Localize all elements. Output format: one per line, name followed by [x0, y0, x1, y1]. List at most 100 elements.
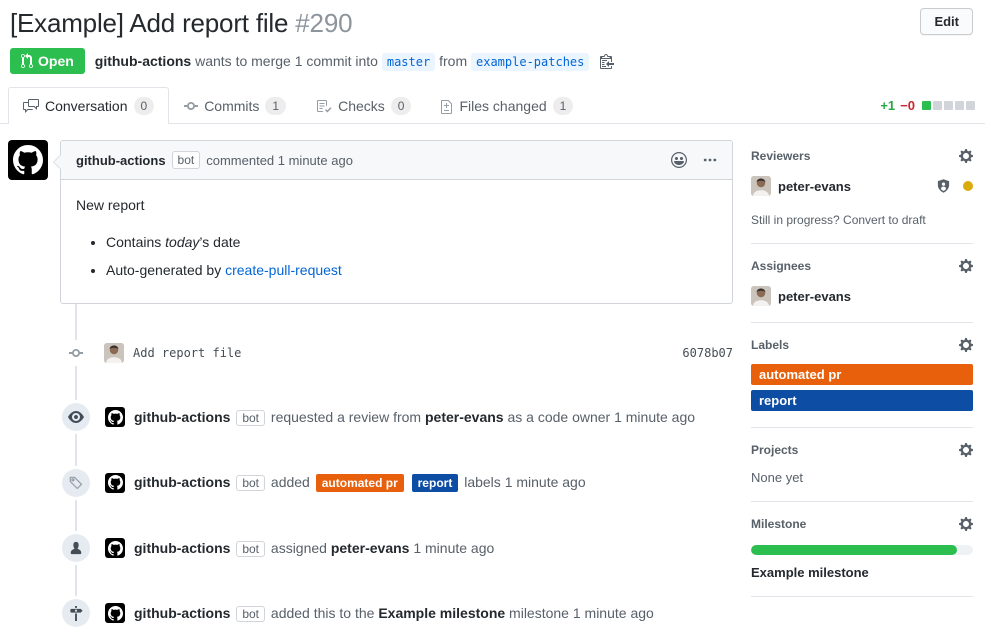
gear-icon[interactable] [959, 258, 973, 274]
diffstat: +1 −0 [880, 98, 975, 113]
reviewer-avatar[interactable] [751, 176, 771, 196]
comment-author[interactable]: github-actions [76, 153, 166, 168]
tab-checks-count: 0 [391, 97, 412, 115]
milestone-icon [62, 599, 90, 627]
gear-icon[interactable] [959, 337, 973, 353]
tab-conversation[interactable]: Conversation 0 [8, 87, 169, 124]
pr-header: Edit [Example] Add report file #290 Open… [0, 0, 985, 74]
tab-commits[interactable]: Commits 1 [169, 87, 301, 124]
base-branch-label[interactable]: master [382, 53, 435, 71]
octocat-icon [13, 145, 43, 175]
tab-commits-label: Commits [204, 98, 259, 114]
milestone-name[interactable]: Example milestone [751, 565, 973, 580]
convert-to-draft-link[interactable]: Convert to draft [843, 213, 926, 227]
event-time[interactable]: 1 minute ago [573, 605, 654, 621]
label-automated-pr[interactable]: automated pr [751, 364, 973, 385]
pr-content: github-actions bot commented 1 minute ag… [0, 124, 985, 630]
head-branch-label[interactable]: example-patches [471, 53, 589, 71]
bot-badge: bot [236, 606, 265, 622]
milestone-section: Milestone Example milestone [751, 502, 973, 597]
from-word: from [439, 53, 467, 69]
kebab-horizontal-icon[interactable] [703, 152, 717, 168]
person-icon [62, 534, 90, 562]
actor-login[interactable]: github-actions [134, 605, 230, 621]
milestone-progress-track [751, 545, 973, 555]
commit-message[interactable]: Add report file [133, 346, 241, 360]
tab-checks[interactable]: Checks 0 [301, 87, 426, 124]
event-time[interactable]: 1 minute ago [505, 474, 586, 490]
timeline-event-assigned: github-actions bot assigned peter-evans … [8, 534, 733, 562]
projects-heading[interactable]: Projects [751, 442, 973, 458]
review-status [936, 178, 973, 194]
pr-tabnav: Conversation 0 Commits 1 Checks 0 Files … [0, 87, 985, 124]
actor-avatar[interactable] [105, 407, 125, 427]
comment-actions [671, 152, 717, 168]
event-time[interactable]: 1 minute ago [614, 409, 695, 425]
comment-intro: New report [76, 195, 717, 216]
tab-conversation-count: 0 [134, 97, 155, 115]
actor-avatar[interactable] [105, 473, 125, 493]
actor-login[interactable]: github-actions [134, 474, 230, 490]
bot-badge: bot [236, 410, 265, 426]
bot-badge: bot [236, 541, 265, 557]
commit-row: Add report file 6078b07 [8, 340, 733, 366]
reviewer-name[interactable]: peter-evans [778, 179, 851, 194]
commit-sha[interactable]: 6078b07 [682, 346, 733, 360]
smiley-icon[interactable] [671, 152, 687, 168]
gear-icon[interactable] [959, 442, 973, 458]
assignee-name[interactable]: peter-evans [778, 289, 851, 304]
reviewer-login[interactable]: peter-evans [425, 409, 504, 425]
milestone-progress-fill [751, 545, 957, 555]
actor-login[interactable]: github-actions [134, 540, 230, 556]
copy-branch-icon[interactable] [600, 53, 614, 69]
merge-sentence: github-actions wants to merge 1 commit i… [95, 53, 614, 69]
git-commit-icon [68, 340, 84, 366]
event-text: github-actions bot added this to the Exa… [134, 599, 654, 627]
tab-files-changed[interactable]: Files changed 1 [426, 87, 588, 124]
page-title: [Example] Add report file #290 [10, 8, 975, 39]
gear-icon[interactable] [959, 148, 973, 164]
reviewer-row: peter-evans [751, 176, 973, 196]
create-pull-request-link[interactable]: create-pull-request [225, 262, 342, 278]
committer-avatar[interactable] [104, 343, 124, 363]
milestone-link[interactable]: Example milestone [378, 605, 505, 621]
author-login[interactable]: github-actions [95, 53, 191, 69]
assignees-heading[interactable]: Assignees [751, 258, 973, 274]
tab-commits-count: 1 [265, 97, 286, 115]
actor-login[interactable]: github-actions [134, 409, 230, 425]
tag-icon [62, 469, 90, 497]
labels-heading[interactable]: Labels [751, 337, 973, 353]
reviewers-heading[interactable]: Reviewers [751, 148, 973, 164]
tab-files-changed-label: Files changed [459, 98, 546, 114]
pr-state-label: Open [38, 53, 74, 69]
projects-section: Projects None yet [751, 428, 973, 502]
event-time[interactable]: 1 minute ago [413, 540, 494, 556]
code-owner-shield-icon [936, 178, 951, 194]
gear-icon[interactable] [959, 516, 973, 532]
label-report[interactable]: report [751, 390, 973, 411]
italic-text: today [165, 234, 199, 250]
labels-heading-label: Labels [751, 338, 789, 352]
actor-avatar[interactable] [105, 538, 125, 558]
issue-comment: github-actions bot commented 1 minute ag… [8, 140, 733, 304]
label-report[interactable]: report [412, 474, 459, 492]
edit-button[interactable]: Edit [920, 8, 973, 35]
diffstat-blocks [922, 101, 975, 110]
pr-title-text: [Example] Add report file [10, 8, 288, 38]
actor-avatar[interactable] [105, 603, 125, 623]
assignee-avatar[interactable] [751, 286, 771, 306]
pr-number: #290 [295, 8, 352, 38]
comment-body: New report Contains today’s date Auto-ge… [61, 180, 732, 303]
assignees-section: Assignees peter-evans [751, 244, 973, 323]
diffstat-additions: +1 [880, 98, 895, 113]
milestone-heading[interactable]: Milestone [751, 516, 973, 532]
tab-conversation-label: Conversation [45, 98, 128, 114]
avatar[interactable] [8, 140, 48, 180]
assignee-login[interactable]: peter-evans [331, 540, 410, 556]
label-automated-pr[interactable]: automated pr [316, 474, 404, 492]
git-pull-request-icon [21, 53, 33, 69]
pr-meta: Open github-actions wants to merge 1 com… [10, 48, 975, 74]
projects-empty-text: None yet [751, 470, 973, 485]
convert-to-draft-note: Still in progress? Convert to draft [751, 213, 973, 227]
bot-badge: bot [236, 475, 265, 491]
